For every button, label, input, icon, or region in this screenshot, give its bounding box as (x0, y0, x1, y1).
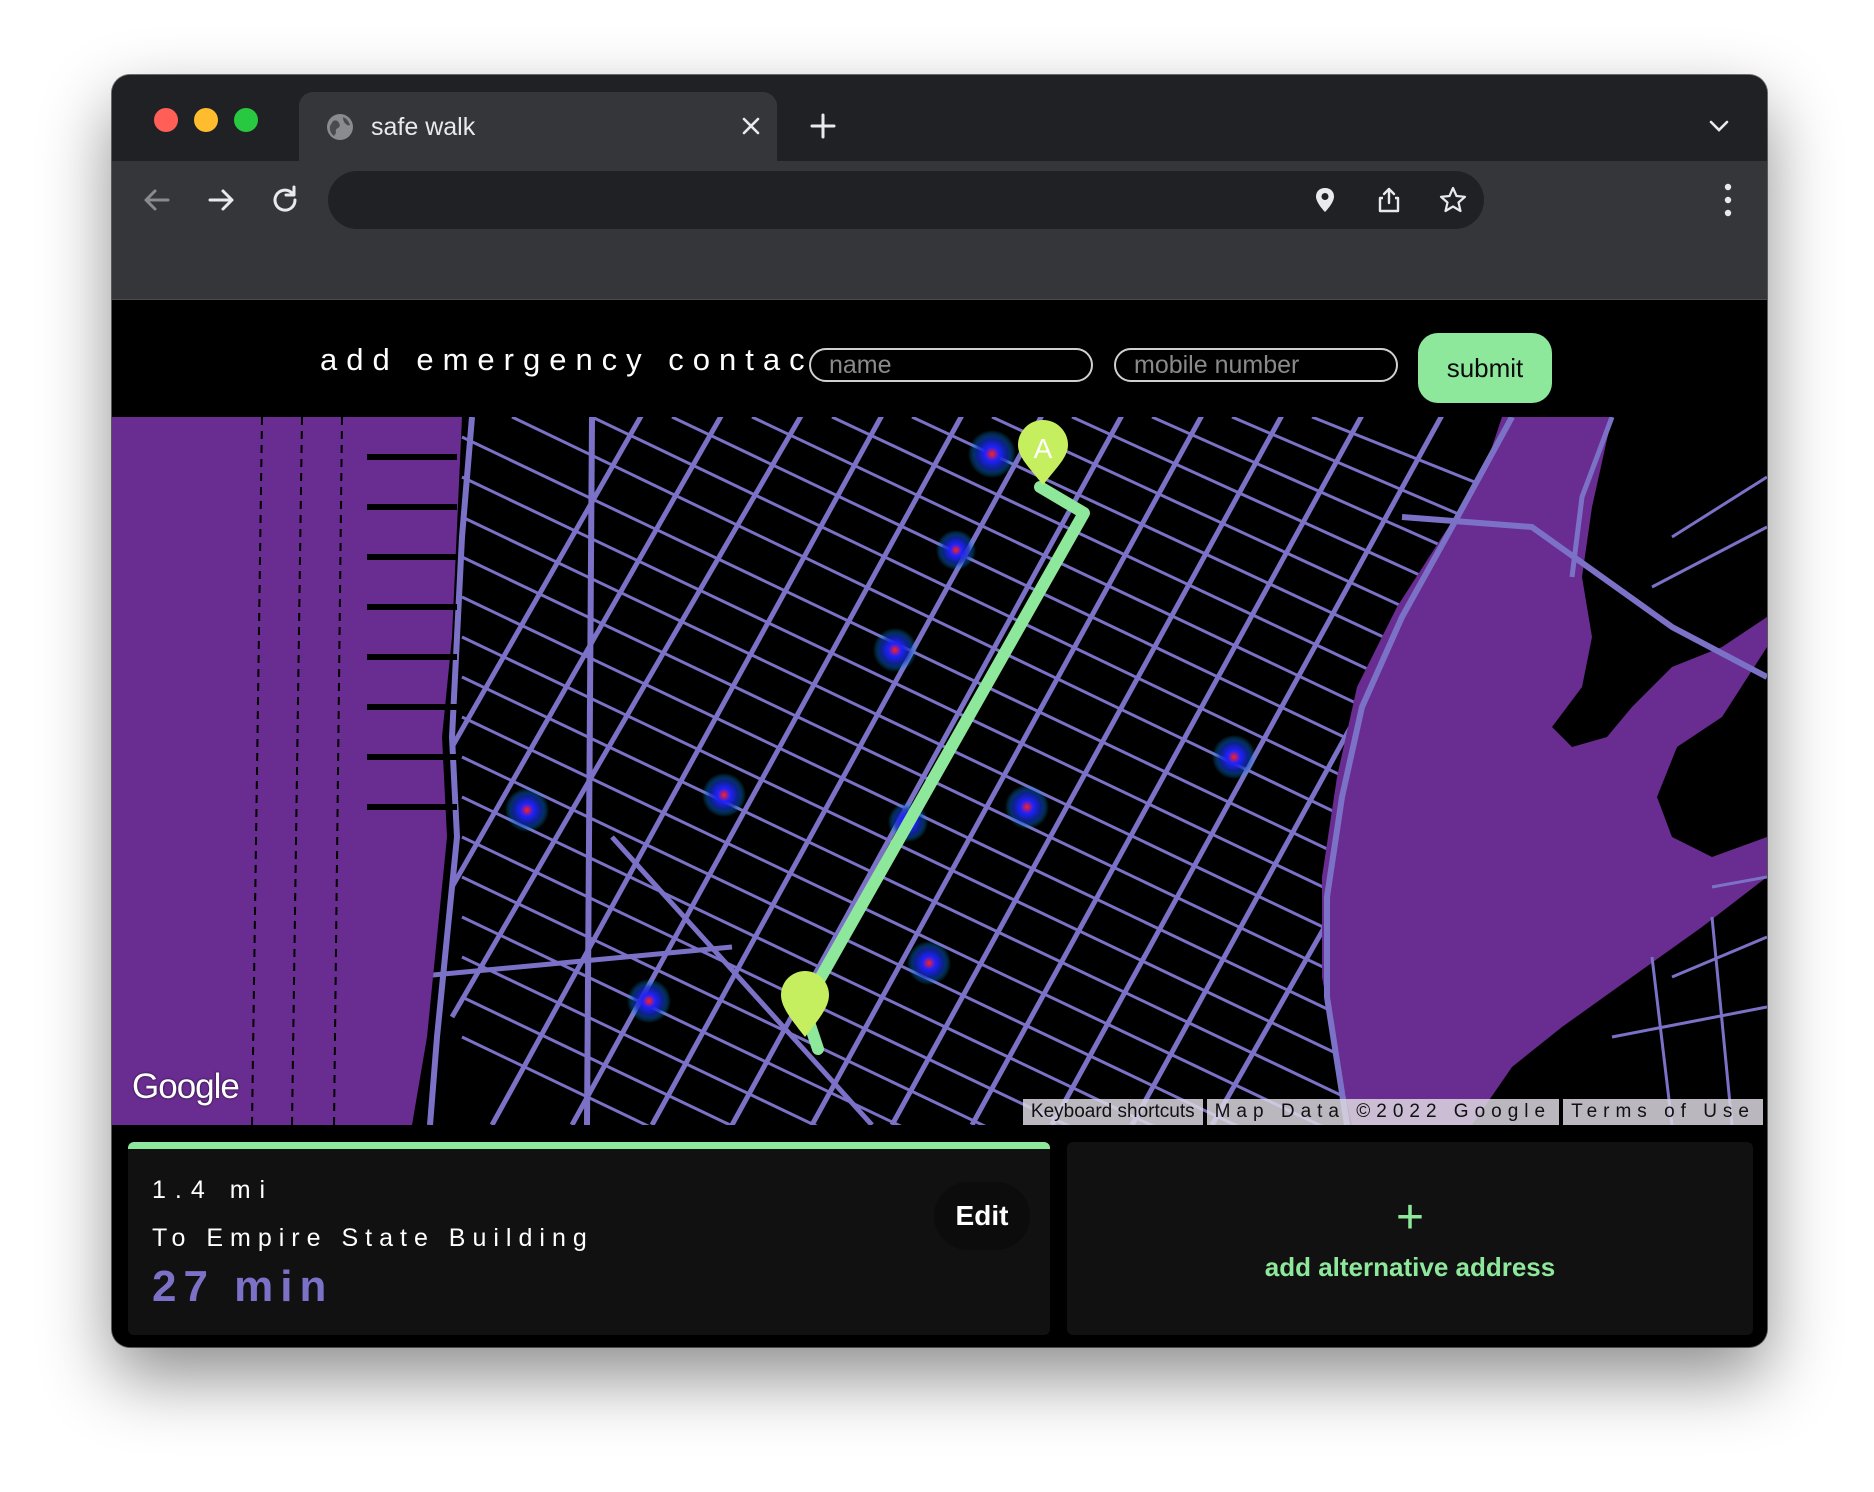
route-duration: 27 min (152, 1262, 334, 1311)
location-pin-icon[interactable] (1310, 185, 1340, 215)
island-land (1657, 647, 1767, 857)
map-canvas[interactable]: A (112, 417, 1767, 1125)
tab-safe-walk[interactable]: safe walk (299, 92, 777, 161)
map-data-text: Map Data ©2022 Google (1206, 1099, 1560, 1125)
add-alternative-address-card[interactable]: + add alternative address (1067, 1142, 1753, 1335)
tab-strip: safe walk (112, 75, 1767, 161)
emergency-contact-bar: add emergency contact submit (112, 300, 1767, 417)
tab-title: safe walk (371, 113, 476, 141)
route-progress-bar (128, 1142, 1050, 1149)
minimize-window-button[interactable] (194, 108, 218, 132)
mobile-number-input[interactable] (1114, 348, 1398, 382)
google-logo: Google (132, 1067, 240, 1106)
submit-button[interactable]: submit (1418, 333, 1552, 403)
page-content: add emergency contact submit (112, 300, 1767, 1347)
route-card: 1.4 mi To Empire State Building 27 min E… (128, 1142, 1050, 1335)
map-view[interactable]: A Google Keyboard shortcuts Map Data ©20… (112, 417, 1767, 1125)
back-arrow-icon[interactable] (140, 183, 174, 217)
add-alternative-address-label: add alternative address (1264, 1252, 1556, 1282)
reload-icon[interactable] (268, 183, 302, 217)
brooklyn-land (1472, 877, 1767, 1125)
forward-arrow-icon[interactable] (204, 183, 238, 217)
chevron-down-icon[interactable] (1707, 117, 1731, 135)
close-window-button[interactable] (154, 108, 178, 132)
more-menu-icon[interactable] (1721, 181, 1735, 219)
jersey-pier (112, 417, 202, 1125)
keyboard-shortcuts-link[interactable]: Keyboard shortcuts (1022, 1099, 1203, 1125)
close-tab-icon[interactable] (739, 114, 763, 138)
contact-form-title: add emergency contact (320, 342, 832, 377)
new-tab-icon[interactable] (808, 111, 838, 141)
maximize-window-button[interactable] (234, 108, 258, 132)
edit-route-button[interactable]: Edit (934, 1182, 1030, 1250)
browser-toolbar (112, 161, 1767, 300)
browser-window: safe walk add emergency contact name mob… (112, 75, 1767, 1347)
globe-icon (327, 114, 353, 140)
bookmark-star-icon[interactable] (1438, 185, 1468, 215)
route-destination: To Empire State Building (152, 1224, 594, 1252)
name-input[interactable] (809, 348, 1093, 382)
plus-icon: + (1395, 1191, 1425, 1244)
address-bar[interactable] (328, 171, 1484, 229)
route-distance: 1.4 mi (152, 1176, 275, 1204)
map-attribution: Keyboard shortcuts Map Data ©2022 Google… (1019, 1099, 1763, 1125)
share-icon[interactable] (1374, 185, 1404, 215)
terms-of-use-link[interactable]: Terms of Use (1563, 1099, 1763, 1125)
svg-text:A: A (1034, 433, 1053, 464)
